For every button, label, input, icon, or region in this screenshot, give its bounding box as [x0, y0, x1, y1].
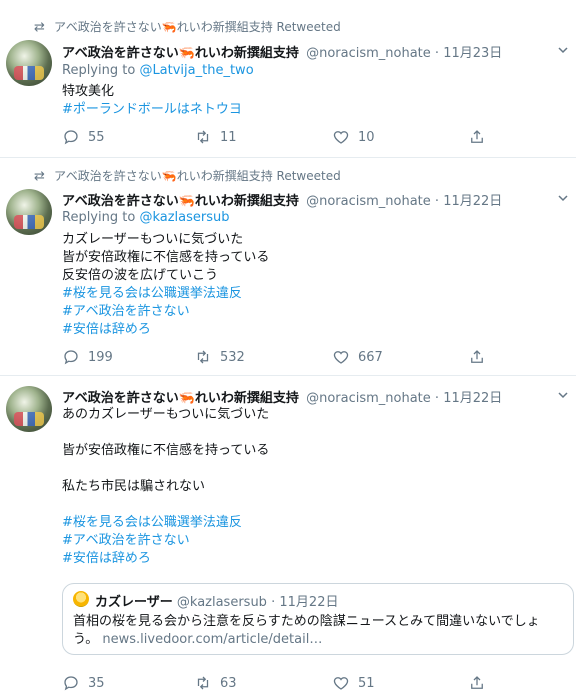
tweet-header: アベ政治を許さない🦐れいわ新撰組支持 @noracism_nohate · 11…: [62, 190, 502, 209]
tweet-1[interactable]: ⇄ アベ政治を許さない🦐れいわ新撰組支持 Retweeted アベ政治を許さない🦐…: [0, 0, 576, 158]
tweet-text-line: 私たち市民は騙されない: [62, 479, 206, 494]
retweet-icon: [197, 676, 209, 690]
quoted-link[interactable]: news.livedoor.com/article/detail…: [102, 632, 322, 647]
replying-to-label: Replying to: [62, 63, 140, 78]
tweet-3[interactable]: アベ政治を許さない🦐れいわ新撰組支持 @noracism_nohate · 11…: [0, 376, 576, 695]
tweet-date[interactable]: 11月22日: [443, 194, 502, 209]
retweet-button[interactable]: 11: [194, 128, 237, 146]
share-icon: [471, 350, 483, 363]
retweet-icon: [197, 130, 209, 144]
reply-button[interactable]: 35: [62, 674, 105, 692]
hashtag-link[interactable]: #桜を見る会は公職選挙法違反: [62, 285, 269, 303]
retweet-button[interactable]: 63: [194, 674, 237, 692]
tweet-text: 特攻美化 #ポーランドボールはネトウヨ: [62, 83, 242, 119]
reply-icon: [64, 676, 78, 691]
replying-to: Replying to @Latvija_the_two: [62, 63, 254, 78]
heart-icon: [333, 131, 349, 144]
share-button[interactable]: [468, 348, 486, 366]
heart-icon: [333, 351, 349, 364]
replying-to-label: Replying to: [62, 210, 140, 225]
share-icon: [471, 676, 483, 689]
avatar[interactable]: [6, 386, 52, 432]
hashtag-link[interactable]: #安倍は辞めろ: [62, 321, 269, 339]
author-name[interactable]: アベ政治を許さない🦐れいわ新撰組支持: [62, 391, 299, 406]
like-count: 51: [358, 675, 375, 691]
avatar[interactable]: [6, 40, 52, 86]
hashtag-link[interactable]: #アベ政治を許さない: [62, 532, 269, 550]
tweet-text-line: 皆が安倍政権に不信感を持っている: [62, 250, 270, 265]
reply-button[interactable]: 55: [62, 128, 105, 146]
like-button[interactable]: 51: [332, 674, 375, 692]
reply-icon: [64, 130, 78, 145]
reply-icon: [64, 350, 78, 365]
retweet-context: ⇄ アベ政治を許さない🦐れいわ新撰組支持 Retweeted: [34, 167, 341, 184]
reply-button[interactable]: 199: [62, 348, 113, 366]
tweet-text: カズレーザーもついに気づいた 皆が安倍政権に不信感を持っている 反安倍の波を広げ…: [62, 231, 269, 339]
quoted-date: 11月22日: [279, 595, 339, 610]
reply-to-link[interactable]: @kazlasersub: [139, 210, 229, 225]
reply-count: 35: [88, 675, 105, 691]
hashtag-link[interactable]: #桜を見る会は公職選挙法違反: [62, 514, 269, 532]
like-count: 10: [358, 129, 375, 145]
retweet-count: 532: [220, 349, 245, 365]
share-button[interactable]: [468, 128, 486, 146]
separator-dot: ·: [434, 46, 440, 61]
quoted-author-name: カズレーザー: [95, 595, 173, 610]
quoted-author-handle: @kazlasersub: [176, 595, 267, 610]
like-button[interactable]: 667: [332, 348, 383, 366]
author-handle[interactable]: @noracism_nohate: [306, 391, 431, 406]
tweet-text-line: 反安倍の波を広げていこう: [62, 268, 219, 283]
tweet-text-line: 特攻美化: [62, 84, 115, 99]
reply-count: 199: [88, 349, 113, 365]
heart-icon: [333, 677, 349, 690]
author-handle[interactable]: @noracism_nohate: [306, 194, 431, 209]
hashtag-link[interactable]: #安倍は辞めろ: [62, 550, 269, 568]
author-handle[interactable]: @noracism_nohate: [306, 46, 431, 61]
share-button[interactable]: [468, 674, 486, 692]
hashtag-link[interactable]: #ポーランドボールはネトウヨ: [62, 101, 242, 119]
retweet-count: 63: [220, 675, 237, 691]
tweet-actions: 55 11 10: [62, 128, 492, 148]
tweet-header: アベ政治を許さない🦐れいわ新撰組支持 @noracism_nohate · 11…: [62, 42, 502, 61]
like-button[interactable]: 10: [332, 128, 375, 146]
like-count: 667: [358, 349, 383, 365]
chevron-down-icon[interactable]: [558, 193, 568, 203]
avatar[interactable]: [6, 189, 52, 235]
retweet-icon: ⇄: [34, 20, 45, 35]
tweet-2[interactable]: ⇄ アベ政治を許さない🦐れいわ新撰組支持 Retweeted アベ政治を許さない🦐…: [0, 158, 576, 376]
reply-count: 55: [88, 129, 105, 145]
retweet-icon: [197, 350, 209, 364]
separator-dot: ·: [434, 391, 440, 406]
tweet-date[interactable]: 11月22日: [443, 391, 502, 406]
quoted-header: カズレーザー @kazlasersub · 11月22日: [95, 591, 338, 610]
tweet-header: アベ政治を許さない🦐れいわ新撰組支持 @noracism_nohate · 11…: [62, 387, 502, 406]
tweet-text-line: 皆が安倍政権に不信感を持っている: [62, 443, 270, 458]
retweet-context: ⇄ アベ政治を許さない🦐れいわ新撰組支持 Retweeted: [34, 18, 341, 35]
retweet-icon: ⇄: [34, 169, 45, 184]
chevron-down-icon[interactable]: [558, 390, 568, 400]
tweet-actions: 199 532 667: [62, 348, 492, 368]
share-icon: [471, 130, 483, 143]
replying-to: Replying to @kazlasersub: [62, 210, 230, 225]
quoted-avatar: [73, 591, 89, 607]
tweet-text-line: カズレーザーもついに気づいた: [62, 232, 244, 247]
author-name[interactable]: アベ政治を許さない🦐れいわ新撰組支持: [62, 194, 299, 209]
retweet-context-text: アベ政治を許さない🦐れいわ新撰組支持 Retweeted: [54, 169, 341, 183]
tweet-text-line: あのカズレーザーもついに気づいた: [62, 407, 270, 422]
retweet-button[interactable]: 532: [194, 348, 245, 366]
author-name[interactable]: アベ政治を許さない🦐れいわ新撰組支持: [62, 46, 299, 61]
separator-dot: ·: [434, 194, 440, 209]
separator-dot: ·: [271, 595, 276, 610]
reply-to-link[interactable]: @Latvija_the_two: [139, 63, 253, 78]
chevron-down-icon[interactable]: [558, 45, 568, 55]
hashtag-link[interactable]: #アベ政治を許さない: [62, 303, 269, 321]
tweet-text: あのカズレーザーもついに気づいた 皆が安倍政権に不信感を持っている 私たち市民は…: [62, 406, 269, 568]
tweet-actions: 35 63 51: [62, 674, 492, 694]
quoted-text: 首相の桜を見る会から注意を反らすための陰謀ニュースとみて間違いないでしょう。 n…: [73, 613, 563, 649]
tweet-date[interactable]: 11月23日: [443, 46, 502, 61]
retweet-context-text: アベ政治を許さない🦐れいわ新撰組支持 Retweeted: [54, 20, 341, 34]
retweet-count: 11: [220, 129, 237, 145]
quoted-tweet[interactable]: カズレーザー @kazlasersub · 11月22日 首相の桜を見る会から注…: [62, 583, 574, 655]
